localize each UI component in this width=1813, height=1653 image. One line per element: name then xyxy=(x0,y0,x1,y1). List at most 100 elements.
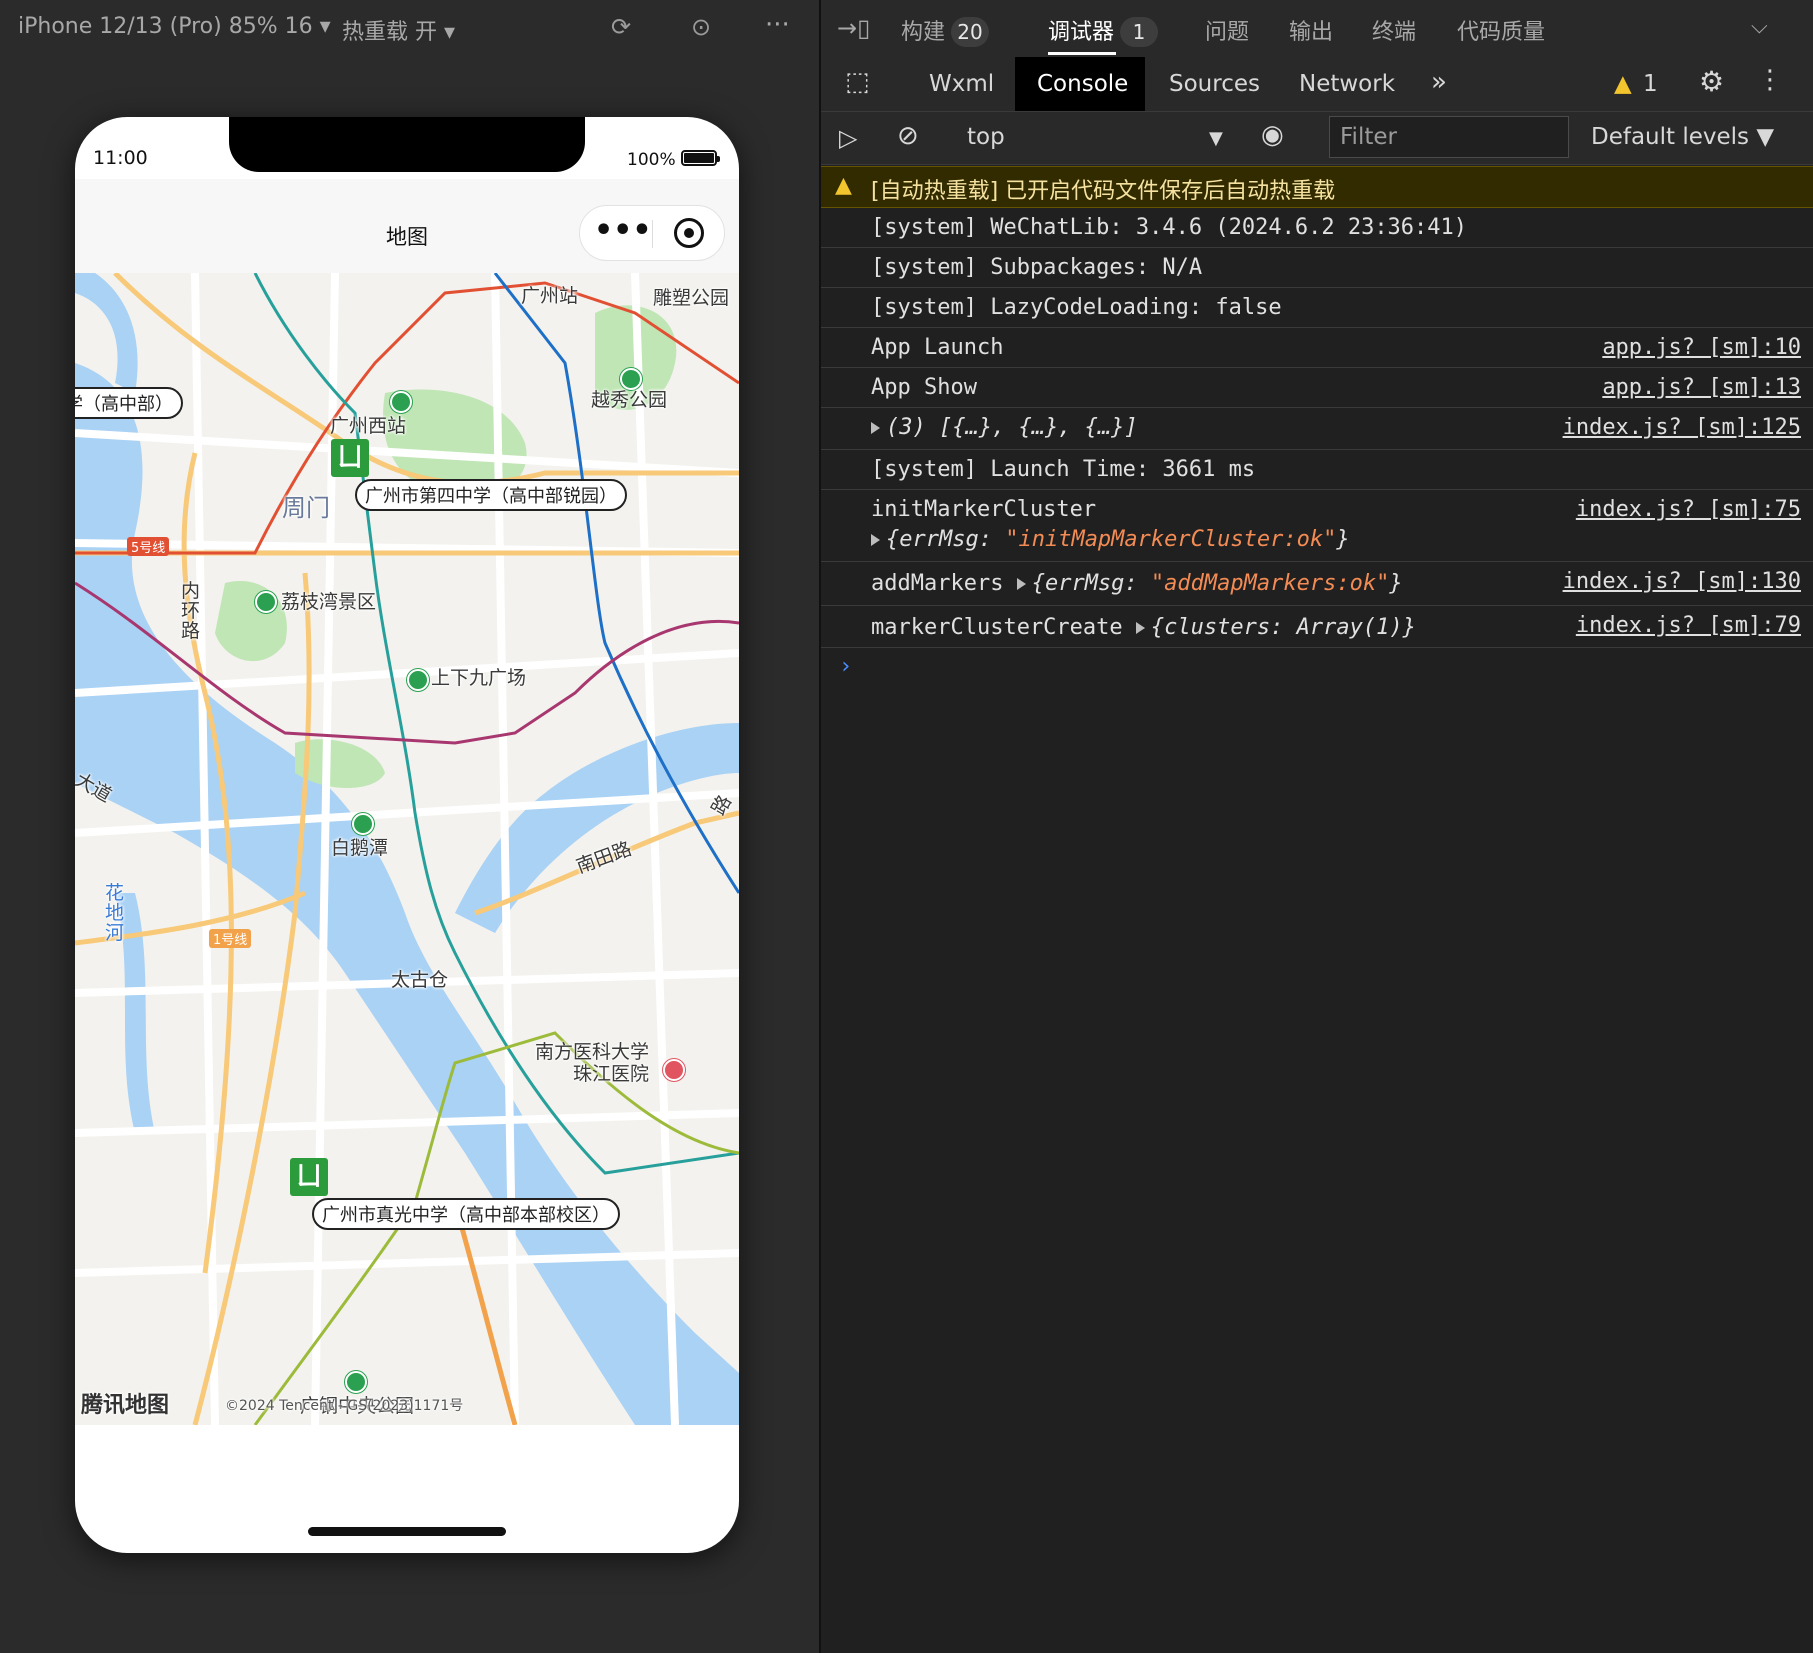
tab-debugger-label: 调试器 xyxy=(1048,20,1115,45)
expand-triangle-icon[interactable] xyxy=(1135,622,1145,634)
object-value: Array(1) xyxy=(1296,615,1403,640)
devtools-top-tabs: →▯ 构建 20 调试器 1 问题 输出 终端 代码质量 ⌵ xyxy=(821,0,1813,57)
stop-icon[interactable]: ⊙ xyxy=(686,12,716,42)
tab-build[interactable]: 构建 20 xyxy=(901,14,990,47)
label-yuexiu-park[interactable]: 越秀公园 xyxy=(591,385,667,412)
gear-icon[interactable]: ⚙ xyxy=(1699,65,1724,98)
tencent-map-logo: 腾讯地图 xyxy=(81,1393,170,1418)
inspect-element-icon[interactable]: ⬚ xyxy=(845,67,870,97)
label-shangxiajiu[interactable]: 上下九广场 xyxy=(431,663,526,690)
warning-row: ▲ [自动热重载] 已开启代码文件保存后自动热重载 xyxy=(821,166,1813,208)
log-object-expand[interactable]: {errMsg: "initMapMarkerCluster:ok"} xyxy=(871,527,1350,552)
road-orange xyxy=(452,1202,518,1425)
steel-park-poi-icon xyxy=(345,1371,367,1393)
filter-input[interactable] xyxy=(1329,116,1569,158)
panel-tab-wxml[interactable]: Wxml xyxy=(929,71,994,97)
battery-icon xyxy=(681,150,720,166)
log-source-link[interactable]: index.js? [sm]:125 xyxy=(1563,415,1801,440)
expand-triangle-icon[interactable] xyxy=(871,534,880,546)
expand-triangle-icon[interactable] xyxy=(1016,578,1026,590)
marker-callout-school-zhenguang[interactable]: 广州市真光中学（高中部本部校区） xyxy=(312,1198,620,1230)
object-key: clusters: xyxy=(1164,615,1297,640)
log-message: App Show xyxy=(871,375,977,400)
warning-message: [自动热重载] 已开启代码文件保存后自动热重载 xyxy=(871,179,1336,204)
log-message: [system] WeChatLib: 3.4.6 (2024.6.2 23:3… xyxy=(871,215,1468,240)
status-battery-text: 100% xyxy=(627,150,676,170)
log-source-link[interactable]: app.js? [sm]:13 xyxy=(1602,375,1801,400)
log-row: [system] LazyCodeLoading: false xyxy=(821,287,1813,328)
log-row: [system] Subpackages: N/A xyxy=(821,247,1813,288)
label-guangzhou-station[interactable]: 广州站 xyxy=(521,281,578,308)
label-guangzhou-west[interactable]: 广州西站 xyxy=(330,411,406,438)
log-row: initMarkerCluster {errMsg: "initMapMarke… xyxy=(821,489,1813,562)
close-target-icon[interactable] xyxy=(674,218,704,248)
label-baietan[interactable]: 白鹅潭 xyxy=(331,833,388,860)
log-row: (3) [{…}, {…}, {…}] index.js? [sm]:125 xyxy=(821,407,1813,450)
tab-problems[interactable]: 问题 xyxy=(1205,14,1249,46)
tab-output[interactable]: 输出 xyxy=(1289,14,1333,46)
context-selector[interactable]: top xyxy=(967,124,1005,150)
log-levels-dropdown[interactable]: Default levels ▼ xyxy=(1591,124,1774,150)
label-taigucang[interactable]: 太古仓 xyxy=(391,965,448,992)
label-sculpture-park[interactable]: 雕塑公园 xyxy=(653,283,729,310)
context-dropdown-icon[interactable]: ▼ xyxy=(1209,128,1223,149)
label-huadihe: 花 地 河 xyxy=(105,882,125,944)
marker-callout-school-left[interactable]: 学（高中部） xyxy=(75,387,183,419)
expand-triangle-icon[interactable] xyxy=(871,422,880,434)
hot-reload-toggle[interactable]: 热重载 开 ▾ xyxy=(342,14,455,46)
panel-tab-console[interactable]: Console xyxy=(1037,71,1128,97)
log-source-link[interactable]: app.js? [sm]:10 xyxy=(1602,335,1801,360)
tab-debugger[interactable]: 调试器 1 xyxy=(1048,14,1159,47)
object-key: errMsg: xyxy=(899,527,1006,552)
devtools-panel-tabs: ⬚ Wxml Console Sources Network » ▲ 1 ⚙ ⋮ xyxy=(821,57,1813,112)
dock-icon[interactable]: →▯ xyxy=(837,14,870,42)
simulator-pane: iPhone 12/13 (Pro) 85% 16 ▾ 热重载 开 ▾ ⟳ ⊙ … xyxy=(0,0,819,1653)
warning-count[interactable]: 1 xyxy=(1643,71,1658,97)
hospital-poi-icon xyxy=(663,1059,685,1081)
log-source-link[interactable]: index.js? [sm]:130 xyxy=(1563,569,1801,594)
warning-icon[interactable]: ▲ xyxy=(1614,71,1632,97)
log-row: App Show app.js? [sm]:13 xyxy=(821,367,1813,408)
map-copyright: ©2024 Tencent - GS(2023)1171号 xyxy=(225,1398,464,1414)
kebab-menu-icon[interactable]: ⋮ xyxy=(1757,65,1783,95)
panel-tab-sources[interactable]: Sources xyxy=(1169,71,1260,97)
school-marker-icon[interactable]: ㄩ xyxy=(331,439,369,477)
log-message: [system] Launch Time: 3661 ms xyxy=(871,457,1256,482)
tab-code-quality[interactable]: 代码质量 xyxy=(1457,14,1545,46)
log-row: App Launch app.js? [sm]:10 xyxy=(821,327,1813,368)
clear-console-icon[interactable]: ⊘ xyxy=(897,121,919,151)
log-object-expand[interactable]: {errMsg: "addMapMarkers:ok"} xyxy=(1016,571,1403,596)
console-filter-bar: ▷ ⊘ top ▼ ◉ Default levels ▼ xyxy=(821,112,1813,165)
log-array-expand[interactable]: (3) [{…}, {…}, {…}] xyxy=(871,415,1138,440)
object-key: errMsg: xyxy=(1044,571,1151,596)
rotate-icon[interactable]: ⟳ xyxy=(606,12,636,42)
log-row: markerClusterCreate {clusters: Array(1)}… xyxy=(821,605,1813,648)
more-tabs-icon[interactable]: » xyxy=(1431,67,1447,97)
panel-tab-network[interactable]: Network xyxy=(1299,71,1395,97)
label-lizhiwan[interactable]: 荔枝湾景区 xyxy=(281,587,376,614)
sidebar-toggle-icon[interactable]: ▷ xyxy=(839,124,857,152)
object-value: "initMapMarkerCluster:ok" xyxy=(1005,527,1337,552)
chevron-down-icon[interactable]: ⌵ xyxy=(1751,14,1768,39)
log-source-link[interactable]: index.js? [sm]:75 xyxy=(1576,497,1801,522)
log-array-preview: (3) [{…}, {…}, {…}] xyxy=(886,415,1138,440)
tab-terminal[interactable]: 终端 xyxy=(1372,14,1416,46)
label-hospital[interactable]: 南方医科大学 珠江医院 xyxy=(535,1041,649,1085)
build-count-badge: 20 xyxy=(951,17,990,47)
debugger-count-badge: 1 xyxy=(1120,17,1159,47)
simulator-toolbar: iPhone 12/13 (Pro) 85% 16 ▾ 热重载 开 ▾ ⟳ ⊙ … xyxy=(0,0,819,57)
tab-build-label: 构建 xyxy=(901,20,946,45)
device-selector[interactable]: iPhone 12/13 (Pro) 85% 16 ▾ xyxy=(18,14,331,39)
log-source-link[interactable]: index.js? [sm]:79 xyxy=(1576,613,1801,638)
log-object-expand[interactable]: {clusters: Array(1)} xyxy=(1135,615,1416,640)
console-prompt[interactable]: › xyxy=(839,654,852,679)
map-view[interactable]: 广州站 雕塑公园 学（高中部） 广州西站 越秀公园 ㄩ 广州市第四中学（高中部锐… xyxy=(75,273,739,1425)
devtools-pane: →▯ 构建 20 调试器 1 问题 输出 终端 代码质量 ⌵ ⬚ Wxml Cons… xyxy=(821,0,1813,1653)
log-row: addMarkers {errMsg: "addMapMarkers:ok"} … xyxy=(821,561,1813,606)
eye-icon[interactable]: ◉ xyxy=(1261,120,1284,150)
marker-callout-school-4[interactable]: 广州市第四中学（高中部锐园） xyxy=(355,479,627,511)
baietan-poi-icon xyxy=(352,813,374,835)
more-icon[interactable]: ··· xyxy=(765,10,790,40)
more-dots-icon[interactable]: ••• xyxy=(594,214,652,248)
school-marker-icon-2[interactable]: ㄩ xyxy=(290,1158,328,1196)
